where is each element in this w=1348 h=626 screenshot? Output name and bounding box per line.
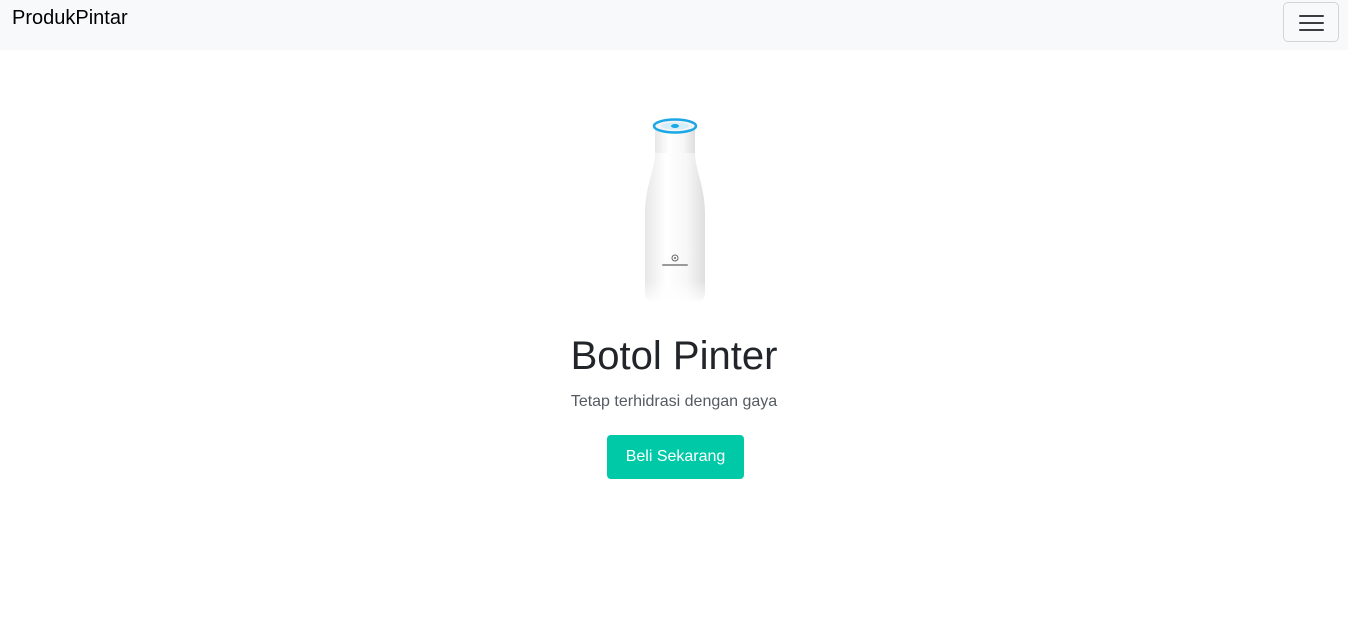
smart-bottle-image <box>640 118 710 305</box>
hero-section: Botol Pinter Tetap terhidrasi dengan gay… <box>0 50 1348 626</box>
hero-title: Botol Pinter <box>570 334 778 378</box>
buy-now-button[interactable]: Beli Sekarang <box>607 435 744 479</box>
navbar-toggle-button[interactable] <box>1283 2 1339 42</box>
hero-subtitle: Tetap terhidrasi dengan gaya <box>570 393 778 410</box>
brand-logo-link[interactable]: ProdukPintar <box>12 6 128 30</box>
navbar: ProdukPintar <box>0 0 1348 50</box>
